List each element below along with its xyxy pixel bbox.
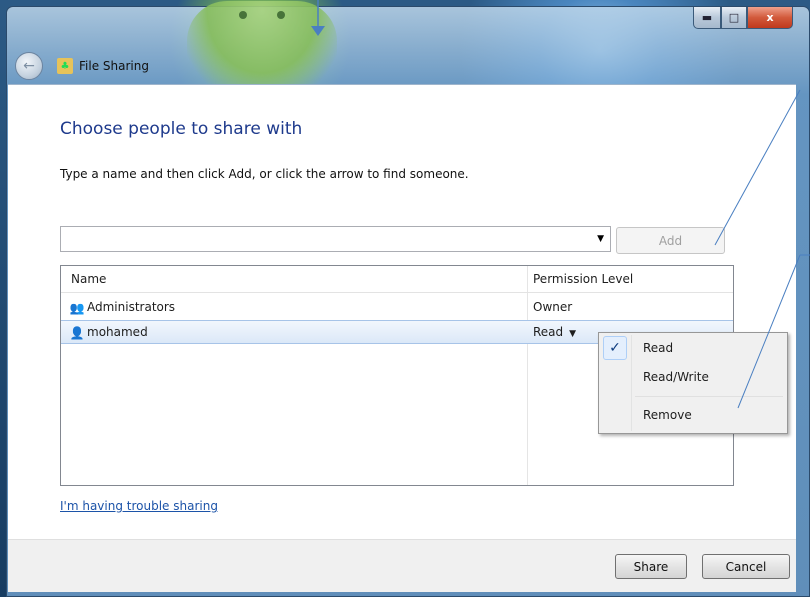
android-wallpaper-decoration — [187, 1, 337, 96]
file-sharing-icon: ♣ — [57, 58, 73, 74]
name-combo-input[interactable]: ▼ — [60, 226, 611, 252]
chevron-down-icon: ▼ — [569, 329, 577, 339]
dropdown-arrow-icon[interactable]: ▼ — [597, 234, 604, 244]
table-row[interactable]: 👥 Administrators Owner — [61, 296, 733, 320]
trouble-sharing-link[interactable]: I'm having trouble sharing — [60, 499, 218, 513]
row-name: mohamed — [87, 325, 148, 339]
menu-item-read-write[interactable]: Read/Write — [643, 370, 709, 384]
menu-item-read[interactable]: Read — [643, 341, 673, 355]
cancel-button[interactable]: Cancel — [702, 554, 790, 579]
caption-buttons: ▬ □ x — [693, 7, 793, 29]
maximize-icon: □ — [728, 11, 740, 24]
window-title: File Sharing — [79, 59, 149, 73]
close-button[interactable]: x — [747, 7, 793, 29]
page-title: Choose people to share with — [60, 119, 303, 139]
permission-context-menu: ✓ Read Read/Write Remove — [598, 332, 788, 434]
title-bar: ← ♣ File Sharing — [15, 51, 149, 81]
permission-dropdown[interactable]: Read ▼ — [533, 325, 576, 339]
group-icon: 👥 — [69, 300, 85, 315]
list-header: Name Permission Level — [61, 266, 733, 293]
menu-item-remove[interactable]: Remove — [643, 408, 692, 422]
row-permission: Read — [533, 325, 564, 339]
android-eye-right — [277, 11, 285, 19]
add-button[interactable]: Add — [616, 227, 725, 254]
maximize-button[interactable]: □ — [721, 7, 747, 29]
android-eye-left — [239, 11, 247, 19]
check-icon: ✓ — [603, 336, 627, 360]
user-icon: 👤 — [69, 325, 85, 340]
column-header-name[interactable]: Name — [71, 272, 106, 286]
close-icon: x — [766, 11, 774, 24]
back-button[interactable]: ← — [15, 52, 43, 80]
back-arrow-icon: ← — [23, 58, 35, 74]
dialog-footer: Share Cancel — [8, 539, 796, 592]
dialog-content: Choose people to share with Type a name … — [8, 84, 796, 540]
menu-gutter — [631, 335, 632, 431]
share-button[interactable]: Share — [615, 554, 687, 579]
row-name: Administrators — [87, 300, 176, 314]
row-permission: Owner — [533, 300, 573, 314]
menu-separator — [635, 396, 783, 397]
instruction-text: Type a name and then click Add, or click… — [60, 167, 469, 181]
minimize-button[interactable]: ▬ — [693, 7, 721, 29]
minimize-icon: ▬ — [701, 11, 713, 24]
column-header-permission[interactable]: Permission Level — [533, 272, 633, 286]
